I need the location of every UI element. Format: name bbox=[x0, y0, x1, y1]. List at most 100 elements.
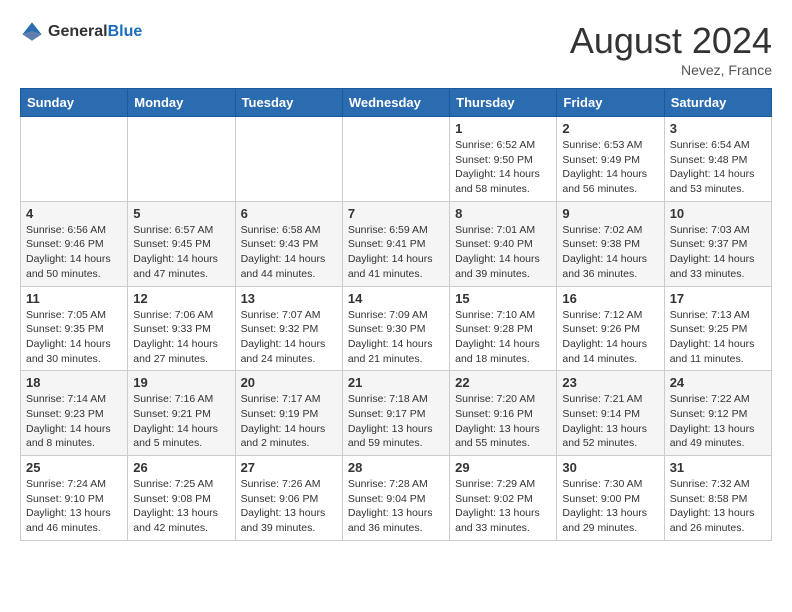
day-info: Sunrise: 7:09 AM Sunset: 9:30 PM Dayligh… bbox=[348, 308, 444, 367]
calendar-cell: 14Sunrise: 7:09 AM Sunset: 9:30 PM Dayli… bbox=[342, 286, 449, 371]
title-area: August 2024 Nevez, France bbox=[570, 20, 772, 78]
day-info: Sunrise: 7:07 AM Sunset: 9:32 PM Dayligh… bbox=[241, 308, 337, 367]
day-info: Sunrise: 6:57 AM Sunset: 9:45 PM Dayligh… bbox=[133, 223, 229, 282]
day-number: 17 bbox=[670, 291, 766, 306]
day-info: Sunrise: 6:59 AM Sunset: 9:41 PM Dayligh… bbox=[348, 223, 444, 282]
calendar-cell bbox=[21, 117, 128, 202]
calendar-cell: 22 Sunrise: 7:20 AM Sunset: 9:16 PM Dayli… bbox=[450, 371, 557, 456]
day-number: 16 bbox=[562, 291, 658, 306]
calendar-cell: 15 Sunrise: 7:10 AM Sunset: 9:28 PM Dayli… bbox=[450, 286, 557, 371]
calendar-cell: 19 Sunrise: 7:16 AM Sunset: 9:21 PM Dayli… bbox=[128, 371, 235, 456]
day-number: 10 bbox=[670, 206, 766, 221]
weekday-header-thursday: Thursday bbox=[450, 89, 557, 117]
day-number: 22 bbox=[455, 375, 551, 390]
day-number: 7 bbox=[348, 206, 444, 221]
day-number: 29 bbox=[455, 460, 551, 475]
day-number: 21 bbox=[348, 375, 444, 390]
day-number: 1 bbox=[455, 121, 551, 136]
day-number: 18 bbox=[26, 375, 122, 390]
calendar-week-row: 25 Sunrise: 7:24 AM Sunset: 9:10 PM Dayli… bbox=[21, 456, 772, 541]
day-number: 20 bbox=[241, 375, 337, 390]
day-info: Sunrise: 7:24 AM Sunset: 9:10 PM Dayligh… bbox=[26, 477, 122, 536]
weekday-header-monday: Monday bbox=[128, 89, 235, 117]
day-info: Sunrise: 7:10 AM Sunset: 9:28 PM Dayligh… bbox=[455, 308, 551, 367]
weekday-header-sunday: Sunday bbox=[21, 89, 128, 117]
day-info: Sunrise: 7:12 AM Sunset: 9:26 PM Dayligh… bbox=[562, 308, 658, 367]
day-number: 9 bbox=[562, 206, 658, 221]
calendar-cell: 1Sunrise: 6:52 AM Sunset: 9:50 PM Daylig… bbox=[450, 117, 557, 202]
day-info: Sunrise: 7:06 AM Sunset: 9:33 PM Dayligh… bbox=[133, 308, 229, 367]
day-number: 3 bbox=[670, 121, 766, 136]
day-info: Sunrise: 6:54 AM Sunset: 9:48 PM Dayligh… bbox=[670, 138, 766, 197]
day-number: 13 bbox=[241, 291, 337, 306]
calendar-cell: 30 Sunrise: 7:30 AM Sunset: 9:00 PM Dayli… bbox=[557, 456, 664, 541]
day-info: Sunrise: 6:53 AM Sunset: 9:49 PM Dayligh… bbox=[562, 138, 658, 197]
logo: General Blue bbox=[20, 20, 142, 44]
calendar-cell: 8Sunrise: 7:01 AM Sunset: 9:40 PM Daylig… bbox=[450, 201, 557, 286]
calendar-cell: 10 Sunrise: 7:03 AM Sunset: 9:37 PM Dayli… bbox=[664, 201, 771, 286]
calendar-week-row: 4Sunrise: 6:56 AM Sunset: 9:46 PM Daylig… bbox=[21, 201, 772, 286]
day-info: Sunrise: 7:02 AM Sunset: 9:38 PM Dayligh… bbox=[562, 223, 658, 282]
calendar-cell: 2 Sunrise: 6:53 AM Sunset: 9:49 PM Daylig… bbox=[557, 117, 664, 202]
weekday-header-tuesday: Tuesday bbox=[235, 89, 342, 117]
calendar-cell: 3 Sunrise: 6:54 AM Sunset: 9:48 PM Daylig… bbox=[664, 117, 771, 202]
calendar-cell bbox=[342, 117, 449, 202]
day-number: 6 bbox=[241, 206, 337, 221]
logo-blue: Blue bbox=[108, 23, 143, 41]
day-info: Sunrise: 7:20 AM Sunset: 9:16 PM Dayligh… bbox=[455, 392, 551, 451]
calendar-cell: 28Sunrise: 7:28 AM Sunset: 9:04 PM Dayli… bbox=[342, 456, 449, 541]
day-info: Sunrise: 7:25 AM Sunset: 9:08 PM Dayligh… bbox=[133, 477, 229, 536]
day-number: 27 bbox=[241, 460, 337, 475]
calendar-cell: 9 Sunrise: 7:02 AM Sunset: 9:38 PM Daylig… bbox=[557, 201, 664, 286]
day-number: 15 bbox=[455, 291, 551, 306]
calendar-cell: 27 Sunrise: 7:26 AM Sunset: 9:06 PM Dayli… bbox=[235, 456, 342, 541]
day-info: Sunrise: 7:26 AM Sunset: 9:06 PM Dayligh… bbox=[241, 477, 337, 536]
day-number: 8 bbox=[455, 206, 551, 221]
day-info: Sunrise: 7:17 AM Sunset: 9:19 PM Dayligh… bbox=[241, 392, 337, 451]
weekday-header-wednesday: Wednesday bbox=[342, 89, 449, 117]
day-number: 25 bbox=[26, 460, 122, 475]
calendar-cell: 21 Sunrise: 7:18 AM Sunset: 9:17 PM Dayli… bbox=[342, 371, 449, 456]
day-number: 2 bbox=[562, 121, 658, 136]
day-info: Sunrise: 7:21 AM Sunset: 9:14 PM Dayligh… bbox=[562, 392, 658, 451]
month-year-title: August 2024 bbox=[570, 20, 772, 62]
day-info: Sunrise: 7:03 AM Sunset: 9:37 PM Dayligh… bbox=[670, 223, 766, 282]
day-info: Sunrise: 7:18 AM Sunset: 9:17 PM Dayligh… bbox=[348, 392, 444, 451]
calendar-week-row: 11 Sunrise: 7:05 AM Sunset: 9:35 PM Dayli… bbox=[21, 286, 772, 371]
day-info: Sunrise: 7:16 AM Sunset: 9:21 PM Dayligh… bbox=[133, 392, 229, 451]
day-info: Sunrise: 6:58 AM Sunset: 9:43 PM Dayligh… bbox=[241, 223, 337, 282]
calendar-cell: 7 Sunrise: 6:59 AM Sunset: 9:41 PM Daylig… bbox=[342, 201, 449, 286]
calendar-table: SundayMondayTuesdayWednesdayThursdayFrid… bbox=[20, 88, 772, 541]
calendar-cell: 11 Sunrise: 7:05 AM Sunset: 9:35 PM Dayli… bbox=[21, 286, 128, 371]
calendar-cell: 29Sunrise: 7:29 AM Sunset: 9:02 PM Dayli… bbox=[450, 456, 557, 541]
day-info: Sunrise: 7:32 AM Sunset: 8:58 PM Dayligh… bbox=[670, 477, 766, 536]
day-number: 24 bbox=[670, 375, 766, 390]
calendar-cell: 25 Sunrise: 7:24 AM Sunset: 9:10 PM Dayli… bbox=[21, 456, 128, 541]
logo-icon bbox=[20, 20, 44, 44]
calendar-cell: 5Sunrise: 6:57 AM Sunset: 9:45 PM Daylig… bbox=[128, 201, 235, 286]
day-info: Sunrise: 7:05 AM Sunset: 9:35 PM Dayligh… bbox=[26, 308, 122, 367]
calendar-cell: 4Sunrise: 6:56 AM Sunset: 9:46 PM Daylig… bbox=[21, 201, 128, 286]
day-info: Sunrise: 7:22 AM Sunset: 9:12 PM Dayligh… bbox=[670, 392, 766, 451]
calendar-cell: 31 Sunrise: 7:32 AM Sunset: 8:58 PM Dayli… bbox=[664, 456, 771, 541]
day-info: Sunrise: 7:30 AM Sunset: 9:00 PM Dayligh… bbox=[562, 477, 658, 536]
calendar-cell: 20 Sunrise: 7:17 AM Sunset: 9:19 PM Dayli… bbox=[235, 371, 342, 456]
calendar-cell bbox=[128, 117, 235, 202]
day-number: 19 bbox=[133, 375, 229, 390]
calendar-cell: 16 Sunrise: 7:12 AM Sunset: 9:26 PM Dayli… bbox=[557, 286, 664, 371]
calendar-week-row: 18Sunrise: 7:14 AM Sunset: 9:23 PM Dayli… bbox=[21, 371, 772, 456]
weekday-header-saturday: Saturday bbox=[664, 89, 771, 117]
day-number: 4 bbox=[26, 206, 122, 221]
day-number: 12 bbox=[133, 291, 229, 306]
calendar-cell: 24 Sunrise: 7:22 AM Sunset: 9:12 PM Dayli… bbox=[664, 371, 771, 456]
day-number: 11 bbox=[26, 291, 122, 306]
day-number: 30 bbox=[562, 460, 658, 475]
day-number: 31 bbox=[670, 460, 766, 475]
day-info: Sunrise: 7:13 AM Sunset: 9:25 PM Dayligh… bbox=[670, 308, 766, 367]
calendar-cell: 6 Sunrise: 6:58 AM Sunset: 9:43 PM Daylig… bbox=[235, 201, 342, 286]
day-info: Sunrise: 7:28 AM Sunset: 9:04 PM Dayligh… bbox=[348, 477, 444, 536]
day-number: 23 bbox=[562, 375, 658, 390]
page-header: General Blue August 2024 Nevez, France bbox=[20, 20, 772, 78]
calendar-cell bbox=[235, 117, 342, 202]
calendar-cell: 17 Sunrise: 7:13 AM Sunset: 9:25 PM Dayli… bbox=[664, 286, 771, 371]
